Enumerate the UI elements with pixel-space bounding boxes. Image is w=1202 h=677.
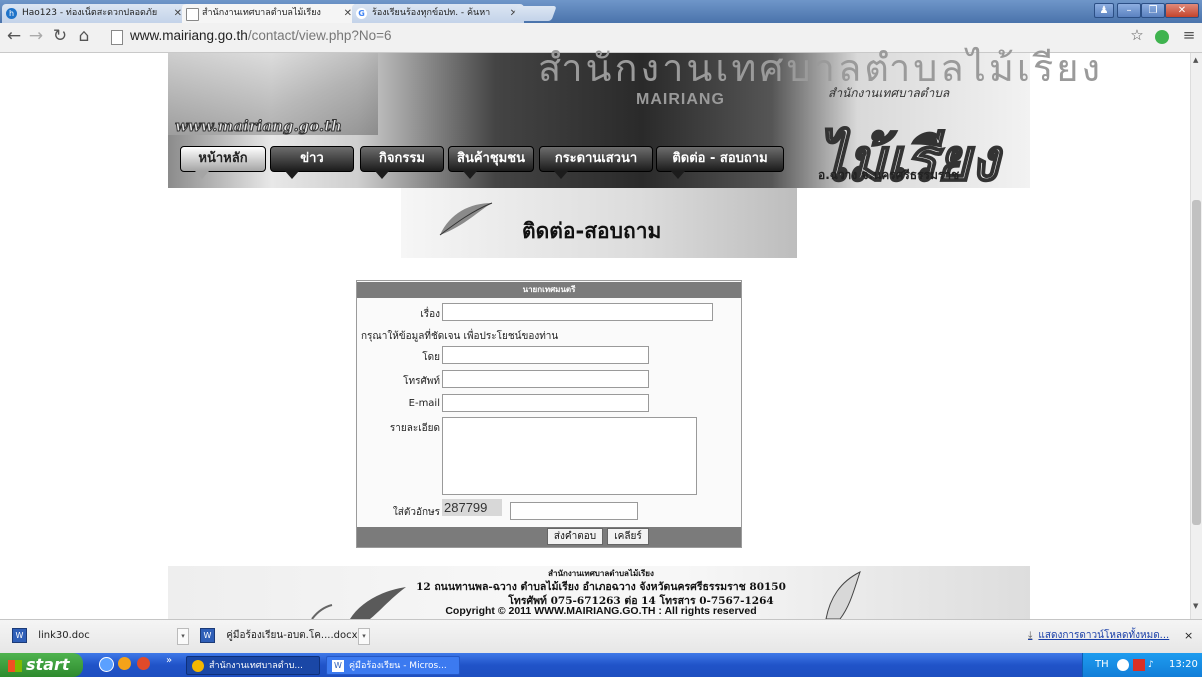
email-label: E-mail [408, 398, 440, 409]
nav-news[interactable]: ข่าว [270, 146, 354, 179]
captcha-code: 287799 [442, 499, 502, 516]
tab-title: Hao123 - ท่องเน็ตสะดวกปลอดภัย [22, 8, 158, 18]
back-icon[interactable]: ← [3, 26, 25, 46]
download-icon: ⤓ [1028, 630, 1033, 641]
detail-label: รายละเอียด [389, 423, 440, 434]
banner-location: อ.ฉวาง จ.นครศรีธรรมราช [818, 168, 960, 182]
quicklaunch-icon[interactable] [99, 657, 114, 672]
captcha-input[interactable] [510, 502, 638, 520]
banner-logo-text: ไม้เรียง [817, 125, 1000, 195]
captcha-label: ใส่ตัวอักษร [392, 507, 440, 518]
user-icon[interactable]: ♟ [1094, 3, 1114, 18]
tray-icon[interactable] [1117, 659, 1129, 671]
windows-logo-icon [8, 659, 22, 672]
taskbar-button-browser[interactable]: สำนักงานเทศบาลตำบ... [186, 656, 320, 675]
start-button[interactable]: start [0, 653, 83, 677]
download-shelf: W link30.doc ▾ W คู่มือร้องเรียน-อบต.โค.… [0, 619, 1202, 654]
show-all-downloads-link[interactable]: ⤓ แสดงการดาวน์โหลดทั้งหมด... [1028, 625, 1169, 647]
menu-icon[interactable]: ≡ [1178, 26, 1200, 44]
tray-icon[interactable] [1133, 659, 1145, 671]
taskbar-button-word[interactable]: W คู่มือร้องเรียน - Micros... [326, 656, 460, 675]
tab-mairiang[interactable]: สำนักงานเทศบาลตำบลไม้เรียง ✕ [182, 4, 358, 23]
banner-title: สำนักงานเทศบาลตำบลไม้เรียง [538, 46, 1104, 90]
tab-title: ร้องเรียนร้องทุกข์อปท. - ค้นหา [372, 8, 491, 18]
star-icon[interactable]: ☆ [1126, 26, 1148, 44]
google-icon: G [356, 8, 367, 19]
leaf-icon [439, 202, 493, 236]
detail-textarea[interactable] [442, 417, 697, 495]
nav-home[interactable]: หน้าหลัก [180, 146, 266, 179]
form-header: นายกเทศมนตรี [357, 282, 741, 298]
maximize-button[interactable]: ❐ [1141, 3, 1165, 18]
new-tab-button[interactable] [511, 6, 557, 21]
page-title: ติดต่อ-สอบถาม [522, 219, 662, 243]
system-tray: TH ♪ 13:20 [1082, 653, 1202, 677]
tab-search[interactable]: G ร้องเรียนร้องทุกข์อปท. - ค้นหา ✕ [352, 4, 524, 23]
forward-icon[interactable]: → [25, 26, 47, 46]
tab-strip: h Hao123 - ท่องเน็ตสะดวกปลอดภัย ✕ สำนักง… [0, 0, 1202, 23]
banner-subtitle: สำนักงานเทศบาลตำบล [828, 86, 950, 100]
download-filename: คู่มือร้องเรียน-อบต.โค....docx [226, 630, 358, 641]
home-icon[interactable]: ⌂ [73, 26, 95, 46]
nav-products[interactable]: สินค้าชุมชน [448, 146, 534, 179]
quicklaunch-icon[interactable] [137, 657, 150, 670]
form-note: กรุณาให้ข้อมูลที่ชัดเจน เพื่อประโยชน์ของ… [361, 331, 559, 342]
download-item[interactable]: W link30.doc ▾ [12, 625, 189, 647]
close-window-button[interactable]: ✕ [1165, 3, 1199, 18]
download-item[interactable]: W คู่มือร้องเรียน-อบต.โค....docx ▾ [200, 625, 370, 647]
email-input[interactable] [442, 394, 649, 412]
tab-title: สำนักงานเทศบาลตำบลไม้เรียง [202, 8, 321, 18]
subject-input[interactable] [442, 303, 713, 321]
volume-icon[interactable]: ♪ [1148, 653, 1154, 677]
scrollbar-thumb[interactable] [1192, 200, 1201, 525]
page-icon [186, 8, 199, 21]
chrome-icon [192, 660, 204, 672]
page-icon [111, 30, 123, 45]
nav-activities[interactable]: กิจกรรม [360, 146, 444, 179]
footer-copyright: Copyright © 2011 WWW.MAIRIANG.GO.TH : Al… [445, 605, 757, 617]
word-icon: W [332, 660, 344, 672]
banner-title-en: MAIRIANG [636, 91, 725, 108]
tab-hao123[interactable]: h Hao123 - ท่องเน็ตสะดวกปลอดภัย ✕ [2, 4, 188, 23]
chevron-down-icon[interactable]: ▾ [177, 628, 189, 645]
minimize-button[interactable]: – [1117, 3, 1141, 18]
taskbar [0, 653, 1202, 677]
download-filename: link30.doc [38, 630, 90, 641]
nav-contact[interactable]: ติดต่อ - สอบถาม [656, 146, 784, 179]
url-text: www.mairiang.go.th/contact/view.php?No=6 [130, 28, 392, 43]
clear-button[interactable]: เคลียร์ [607, 528, 649, 545]
scroll-up-icon[interactable]: ▲ [1193, 56, 1198, 64]
close-shelf-button[interactable]: × [1184, 625, 1193, 647]
chevron-down-icon[interactable]: ▾ [358, 628, 370, 645]
name-input[interactable] [442, 346, 649, 364]
banner-website: www.mairiang.go.th [175, 117, 343, 136]
scroll-down-icon[interactable]: ▼ [1193, 602, 1198, 610]
nav-forum[interactable]: กระดานเสวนา [539, 146, 653, 179]
chevron-right-icon[interactable]: » [166, 655, 172, 666]
close-tab-icon[interactable]: ✕ [344, 4, 352, 23]
name-label: โดย [422, 352, 440, 363]
reload-icon[interactable]: ↻ [49, 26, 71, 46]
word-doc-icon: W [200, 627, 215, 643]
word-doc-icon: W [12, 627, 27, 643]
language-indicator[interactable]: TH [1095, 653, 1109, 677]
extension-icon[interactable] [1155, 30, 1169, 44]
clock: 13:20 [1169, 659, 1198, 670]
quicklaunch-icon[interactable] [118, 657, 131, 670]
close-tab-icon[interactable]: ✕ [174, 4, 182, 23]
phone-label: โทรศัพท์ [403, 376, 440, 387]
phone-input[interactable] [442, 370, 649, 388]
submit-button[interactable]: ส่งคำตอบ [547, 528, 603, 545]
hao123-icon: h [6, 8, 17, 19]
subject-label: เรื่อง [420, 309, 440, 320]
